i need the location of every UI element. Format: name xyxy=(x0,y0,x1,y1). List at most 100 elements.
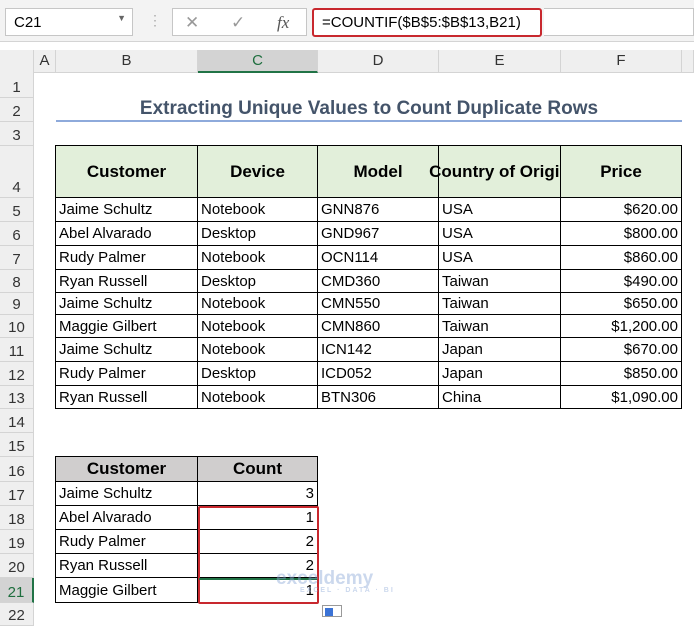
count-cell[interactable]: Abel Alvarado xyxy=(55,505,198,530)
table-cell[interactable]: Notebook xyxy=(197,197,318,222)
table-cell[interactable]: ICN142 xyxy=(317,337,439,362)
formula-input[interactable]: =COUNTIF($B$5:$B$13,B21) xyxy=(312,8,542,37)
table-header-cell[interactable]: Price xyxy=(560,145,682,198)
table-cell[interactable]: Rudy Palmer xyxy=(55,245,198,270)
table-cell[interactable]: CMD360 xyxy=(317,269,439,293)
table-cell[interactable]: Notebook xyxy=(197,314,318,338)
column-header-F[interactable]: F xyxy=(561,50,682,73)
exceldemy-logo: exceldemy EXCEL · DATA · BI xyxy=(276,568,395,594)
chevron-down-icon[interactable]: ▼ xyxy=(117,13,126,23)
count-header-cell[interactable]: Customer xyxy=(55,456,198,482)
table-cell[interactable]: Taiwan xyxy=(438,292,561,315)
table-header-cell[interactable]: Customer xyxy=(55,145,198,198)
table-cell[interactable]: Maggie Gilbert xyxy=(55,314,198,338)
column-header-more xyxy=(682,50,694,73)
table-cell[interactable]: Rudy Palmer xyxy=(55,361,198,386)
table-cell[interactable]: BTN306 xyxy=(317,385,439,409)
formula-bar: C21 ▼ ⋮ ✕ ✓ fx =COUNTIF($B$5:$B$13,B21) xyxy=(0,0,694,42)
name-box[interactable]: C21 ▼ xyxy=(5,8,133,36)
table-cell[interactable]: Notebook xyxy=(197,385,318,409)
count-cell[interactable]: Rudy Palmer xyxy=(55,529,198,554)
table-cell[interactable]: ICD052 xyxy=(317,361,439,386)
formula-buttons: ✕ ✓ fx xyxy=(172,8,307,36)
count-cell[interactable]: Ryan Russell xyxy=(55,553,198,578)
table-cell[interactable]: Ryan Russell xyxy=(55,269,198,293)
count-cell[interactable]: Maggie Gilbert xyxy=(55,577,198,603)
row-header-6[interactable]: 6 xyxy=(0,222,34,246)
sheet-title: Extracting Unique Values to Count Duplic… xyxy=(56,98,682,122)
table-cell[interactable]: Notebook xyxy=(197,337,318,362)
table-cell[interactable]: Ryan Russell xyxy=(55,385,198,409)
column-header-C[interactable]: C xyxy=(198,50,318,73)
column-header-E[interactable]: E xyxy=(439,50,561,73)
row-header-2[interactable]: 2 xyxy=(0,98,34,122)
table-cell[interactable]: Desktop xyxy=(197,361,318,386)
row-header-1[interactable]: 1 xyxy=(0,72,34,98)
row-header-20[interactable]: 20 xyxy=(0,554,34,578)
table-cell[interactable]: USA xyxy=(438,245,561,270)
table-cell[interactable]: $1,090.00 xyxy=(560,385,682,409)
table-cell[interactable]: $1,200.00 xyxy=(560,314,682,338)
count-cell[interactable]: 3 xyxy=(197,481,318,506)
table-cell[interactable]: OCN114 xyxy=(317,245,439,270)
table-cell[interactable]: Jaime Schultz xyxy=(55,292,198,315)
table-cell[interactable]: Notebook xyxy=(197,245,318,270)
row-header-8[interactable]: 8 xyxy=(0,270,34,293)
cancel-icon[interactable]: ✕ xyxy=(185,13,199,33)
row-header-11[interactable]: 11 xyxy=(0,338,34,362)
select-all-button[interactable] xyxy=(0,50,34,73)
table-cell[interactable]: GND967 xyxy=(317,221,439,246)
table-cell[interactable]: Notebook xyxy=(197,292,318,315)
table-cell[interactable]: Taiwan xyxy=(438,269,561,293)
table-header-cell[interactable]: Device xyxy=(197,145,318,198)
table-cell[interactable]: $850.00 xyxy=(560,361,682,386)
row-header-12[interactable]: 12 xyxy=(0,362,34,386)
table-cell[interactable]: $490.00 xyxy=(560,269,682,293)
row-header-5[interactable]: 5 xyxy=(0,198,34,222)
table-cell[interactable]: USA xyxy=(438,221,561,246)
table-cell[interactable]: $620.00 xyxy=(560,197,682,222)
table-cell[interactable]: Desktop xyxy=(197,221,318,246)
column-header-B[interactable]: B xyxy=(56,50,198,73)
row-header-15[interactable]: 15 xyxy=(0,433,34,457)
row-header-16[interactable]: 16 xyxy=(0,457,34,482)
table-cell[interactable]: GNN876 xyxy=(317,197,439,222)
table-cell[interactable]: $860.00 xyxy=(560,245,682,270)
table-header-cell[interactable]: Country of Origin xyxy=(429,145,570,198)
table-cell[interactable]: USA xyxy=(438,197,561,222)
insert-function-icon[interactable]: fx xyxy=(277,13,289,33)
row-header-3[interactable]: 3 xyxy=(0,122,34,146)
column-header-A[interactable]: A xyxy=(34,50,56,73)
count-header-cell[interactable]: Count xyxy=(197,456,318,482)
table-cell[interactable]: China xyxy=(438,385,561,409)
quick-analysis-icon[interactable] xyxy=(322,605,342,617)
row-header-18[interactable]: 18 xyxy=(0,506,34,530)
table-cell[interactable]: $670.00 xyxy=(560,337,682,362)
table-cell[interactable]: $800.00 xyxy=(560,221,682,246)
table-cell[interactable]: CMN860 xyxy=(317,314,439,338)
table-header-cell[interactable]: Model xyxy=(317,145,439,198)
table-cell[interactable]: Abel Alvarado xyxy=(55,221,198,246)
row-header-7[interactable]: 7 xyxy=(0,246,34,270)
table-cell[interactable]: Taiwan xyxy=(438,314,561,338)
table-cell[interactable]: Jaime Schultz xyxy=(55,197,198,222)
table-cell[interactable]: $650.00 xyxy=(560,292,682,315)
enter-icon[interactable]: ✓ xyxy=(231,13,245,33)
formula-input-extension[interactable] xyxy=(544,8,694,36)
count-cell[interactable]: Jaime Schultz xyxy=(55,481,198,506)
row-header-14[interactable]: 14 xyxy=(0,409,34,433)
row-header-19[interactable]: 19 xyxy=(0,530,34,554)
table-cell[interactable]: Japan xyxy=(438,337,561,362)
row-header-4[interactable]: 4 xyxy=(0,146,34,198)
row-header-9[interactable]: 9 xyxy=(0,293,34,315)
row-header-17[interactable]: 17 xyxy=(0,482,34,506)
table-cell[interactable]: Japan xyxy=(438,361,561,386)
row-header-21[interactable]: 21 xyxy=(0,578,34,603)
column-header-D[interactable]: D xyxy=(318,50,439,73)
row-header-13[interactable]: 13 xyxy=(0,386,34,409)
row-header-22[interactable]: 22 xyxy=(0,603,34,626)
table-cell[interactable]: Desktop xyxy=(197,269,318,293)
row-header-10[interactable]: 10 xyxy=(0,315,34,338)
table-cell[interactable]: CMN550 xyxy=(317,292,439,315)
table-cell[interactable]: Jaime Schultz xyxy=(55,337,198,362)
